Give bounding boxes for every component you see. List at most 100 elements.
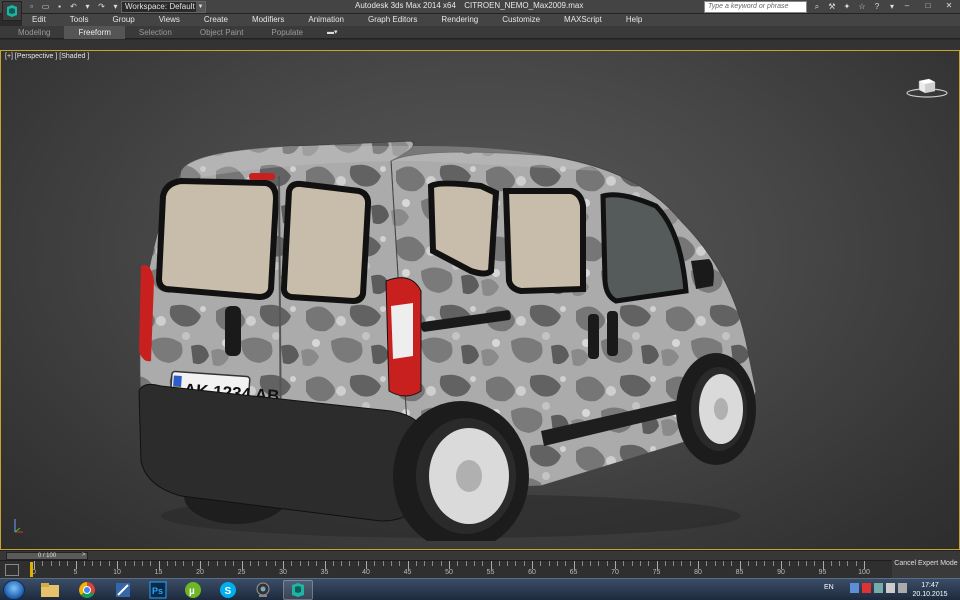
menu-customize[interactable]: Customize	[502, 14, 540, 26]
cancel-expert-mode-button[interactable]: Cancel Expert Mode	[892, 560, 960, 578]
network-icon[interactable]	[850, 583, 859, 593]
undo-icon[interactable]: ↶	[68, 1, 79, 12]
frame-tick	[424, 561, 426, 566]
frame-tick	[158, 561, 160, 569]
tab-modeling[interactable]: Modeling	[4, 26, 64, 39]
frame-label: 35	[320, 569, 329, 576]
skype-icon[interactable]: S	[213, 580, 243, 600]
frame-tick	[473, 561, 475, 566]
workspace-dropdown[interactable]: Workspace: Default ▼	[121, 1, 206, 13]
webcam-icon[interactable]	[248, 580, 278, 600]
menu-create[interactable]: Create	[204, 14, 228, 26]
frame-tick	[781, 561, 782, 569]
frame-tick	[332, 561, 334, 566]
menu-modifiers[interactable]: Modifiers	[252, 14, 284, 26]
frame-label: 75	[652, 569, 661, 576]
frame-tick	[507, 561, 509, 566]
car-model[interactable]: AK 1234 AB	[121, 91, 781, 541]
tab-selection[interactable]: Selection	[125, 26, 186, 39]
subscription-icon[interactable]: ⚒	[827, 1, 837, 12]
perspective-viewport[interactable]: [+] [Perspective ] [Shaded ] AK 1234 AB	[0, 50, 960, 550]
menu-rendering[interactable]: Rendering	[441, 14, 478, 26]
volume-icon[interactable]	[898, 583, 907, 593]
frame-label: 70	[611, 569, 619, 576]
frame-tick	[731, 561, 733, 566]
open-file-icon[interactable]: ▭	[40, 1, 51, 12]
frame-tick	[357, 561, 359, 566]
frame-tick	[590, 561, 592, 566]
chrome-icon[interactable]	[72, 580, 102, 600]
frame-tick	[457, 561, 459, 566]
search-input[interactable]: Type a keyword or phrase	[704, 1, 807, 13]
redo-dropdown-icon[interactable]: ▾	[110, 1, 121, 12]
frame-tick	[100, 561, 102, 566]
close-icon[interactable]: ✕	[940, 0, 958, 12]
frame-tick	[673, 561, 675, 566]
frame-ruler[interactable]: 0 5 10 15 20 25 30 35 40 45 50 55 60 65 70 75 80 85 90 95 10…	[30, 561, 892, 579]
utorrent-icon[interactable]: µ	[178, 580, 208, 600]
frame-tick	[291, 561, 293, 566]
ribbon-minimize-icon[interactable]: ▬▾	[327, 28, 338, 36]
frame-tick	[316, 561, 318, 566]
maximize-icon[interactable]: □	[919, 0, 937, 12]
flag-icon[interactable]	[874, 583, 883, 593]
save-icon[interactable]: ▪	[54, 1, 65, 12]
binoculars-icon[interactable]: ⌕	[812, 1, 822, 12]
favorites-icon[interactable]: ☆	[857, 1, 867, 12]
frame-tick	[415, 561, 417, 566]
menu-maxscript[interactable]: MAXScript	[564, 14, 602, 26]
media-app-icon[interactable]	[108, 580, 138, 600]
antivirus-icon[interactable]	[862, 583, 871, 593]
frame-tick	[108, 561, 110, 566]
tab-object-paint[interactable]: Object Paint	[186, 26, 258, 39]
current-frame-marker[interactable]	[30, 562, 33, 577]
app-logo-icon[interactable]	[2, 1, 22, 21]
frame-tick	[407, 561, 409, 569]
file-name: CITROEN_NEMO_Max2009.max	[464, 1, 584, 10]
file-explorer-icon[interactable]	[35, 580, 65, 600]
frame-tick	[864, 561, 865, 569]
app-name: Autodesk 3ds Max 2014 x64	[355, 1, 456, 10]
communication-icon[interactable]: ✦	[842, 1, 852, 12]
viewport-label[interactable]: [+] [Perspective ] [Shaded ]	[5, 53, 89, 60]
menu-animation[interactable]: Animation	[308, 14, 344, 26]
curve-editor-icon[interactable]	[5, 564, 19, 576]
viewcube-icon[interactable]	[905, 71, 949, 101]
menu-edit[interactable]: Edit	[32, 14, 46, 26]
undo-dropdown-icon[interactable]: ▾	[82, 1, 93, 12]
frame-tick	[548, 561, 550, 566]
menu-group[interactable]: Group	[112, 14, 134, 26]
frame-tick	[249, 561, 251, 566]
minimize-icon[interactable]: –	[898, 0, 916, 12]
time-slider[interactable]: 0 / 100	[6, 552, 88, 560]
system-clock[interactable]: 17:47 20.10.2015	[910, 581, 950, 599]
window-controls: – □ ✕	[898, 0, 958, 12]
tab-populate[interactable]: Populate	[257, 26, 317, 39]
frame-label: 20	[196, 569, 204, 576]
menu-tools[interactable]: Tools	[70, 14, 89, 26]
frame-tick	[772, 561, 774, 566]
start-button[interactable]	[3, 580, 25, 600]
help-icon[interactable]: ?	[872, 1, 882, 12]
menu-views[interactable]: Views	[159, 14, 180, 26]
next-frame-icon[interactable]: >	[82, 552, 86, 558]
signal-icon[interactable]	[886, 583, 895, 593]
3ds-max-taskbar-icon[interactable]	[283, 580, 313, 600]
frame-tick	[42, 561, 44, 566]
frame-tick	[764, 561, 766, 566]
title-bar: ▫ ▭ ▪ ↶ ▾ ↷ ▾ ▤ Workspace: Default ▼ Aut…	[0, 0, 960, 21]
menu-bar: Edit Tools Group Views Create Modifiers …	[22, 14, 960, 26]
frame-label: 65	[569, 569, 578, 576]
photoshop-icon[interactable]: Ps	[143, 580, 173, 600]
help-dropdown-icon[interactable]: ▾	[887, 1, 897, 12]
redo-icon[interactable]: ↷	[96, 1, 107, 12]
language-indicator[interactable]: EN	[824, 584, 834, 591]
frame-tick	[449, 561, 450, 569]
system-tray	[850, 583, 907, 593]
tab-freeform[interactable]: Freeform	[64, 25, 125, 39]
menu-graph-editors[interactable]: Graph Editors	[368, 14, 417, 26]
frame-tick	[324, 561, 326, 569]
frame-label: 60	[528, 569, 536, 576]
new-file-icon[interactable]: ▫	[26, 1, 37, 12]
menu-help[interactable]: Help	[626, 14, 642, 26]
